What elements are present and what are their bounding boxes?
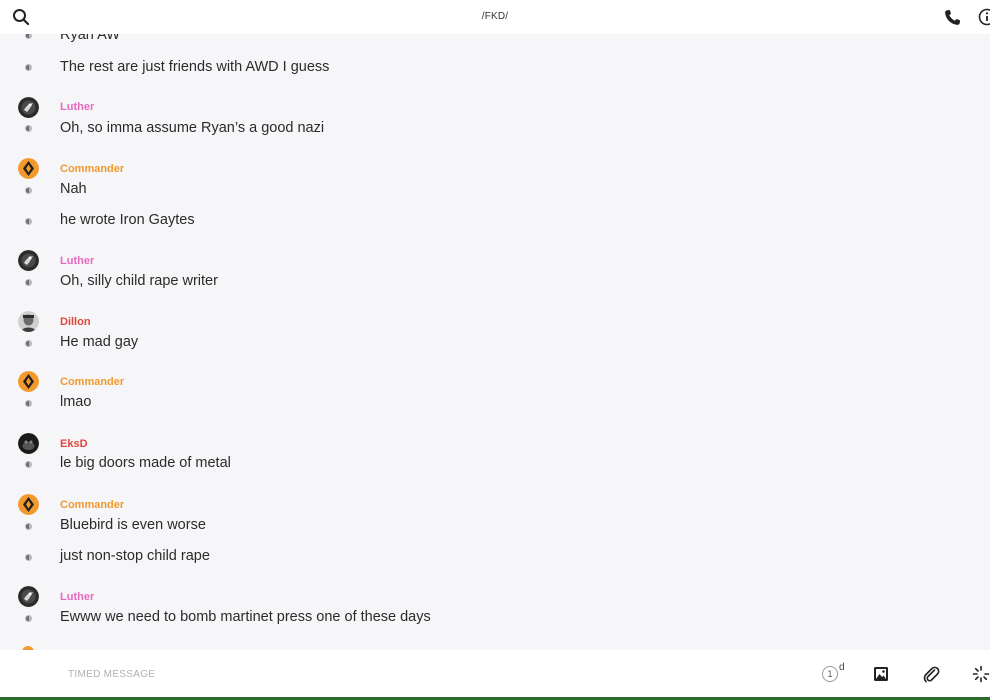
attachment-icon[interactable] (922, 665, 940, 683)
luther-avatar[interactable] (18, 97, 39, 118)
sender-name[interactable]: Luther (60, 101, 94, 113)
sender-name[interactable]: Dillon (60, 316, 91, 328)
read-status-icon (25, 125, 32, 132)
eksd-avatar[interactable] (18, 433, 39, 454)
read-status-icon (25, 400, 32, 407)
read-status-icon (25, 218, 32, 225)
read-status-icon (25, 34, 32, 39)
message-list[interactable]: Ryan AW The rest are just friends with A… (0, 34, 990, 650)
read-status-icon (25, 461, 32, 468)
message-text: Ryan AW (60, 34, 120, 43)
read-status-icon (25, 279, 32, 286)
message-text: Nah (60, 181, 87, 197)
composer-bar: TIMED MESSAGE (0, 650, 990, 698)
sender-name[interactable]: Commander (60, 499, 124, 511)
chat-header: /FKD/ (0, 0, 990, 34)
message-text: Oh, so imma assume Ryan’s a good nazi (60, 120, 325, 136)
message-text: just non-stop child rape (60, 548, 210, 564)
sparkle-icon[interactable] (972, 665, 990, 683)
commander-avatar[interactable] (18, 371, 39, 392)
info-icon[interactable] (978, 8, 990, 26)
message-text: Bluebird is even worse (60, 517, 206, 533)
read-status-icon (25, 615, 32, 622)
sender-name[interactable]: Luther (60, 591, 94, 603)
read-status-icon (25, 187, 32, 194)
timer-value: 1 (822, 666, 838, 682)
chat-title: /FKD/ (481, 11, 509, 22)
timer-unit: d (839, 662, 845, 673)
image-icon[interactable] (873, 666, 889, 682)
luther-avatar[interactable] (18, 586, 39, 607)
commander-avatar[interactable] (18, 158, 39, 179)
read-status-icon (25, 64, 32, 71)
dillon-avatar[interactable] (18, 311, 39, 332)
message-text: Ewww we need to bomb martinet press one … (60, 609, 431, 625)
phone-icon[interactable] (944, 9, 961, 26)
read-status-icon (25, 554, 32, 561)
read-status-icon (25, 523, 32, 530)
message-text: The rest are just friends with AWD I gue… (60, 59, 330, 75)
sender-name[interactable]: Commander (60, 376, 124, 388)
sender-name[interactable]: Luther (60, 255, 94, 267)
message-text: he wrote Iron Gaytes (60, 212, 195, 228)
message-text: le big doors made of metal (60, 455, 231, 471)
sender-name[interactable]: Commander (60, 163, 124, 175)
message-text: Oh, silly child rape writer (60, 273, 218, 289)
luther-avatar[interactable] (18, 250, 39, 271)
message-text: lmao (60, 394, 92, 410)
commander-avatar[interactable] (18, 494, 39, 515)
message-input[interactable]: TIMED MESSAGE (68, 669, 155, 680)
read-status-icon (25, 340, 32, 347)
message-text: He mad gay (60, 334, 139, 350)
sender-name[interactable]: EksD (60, 438, 88, 450)
